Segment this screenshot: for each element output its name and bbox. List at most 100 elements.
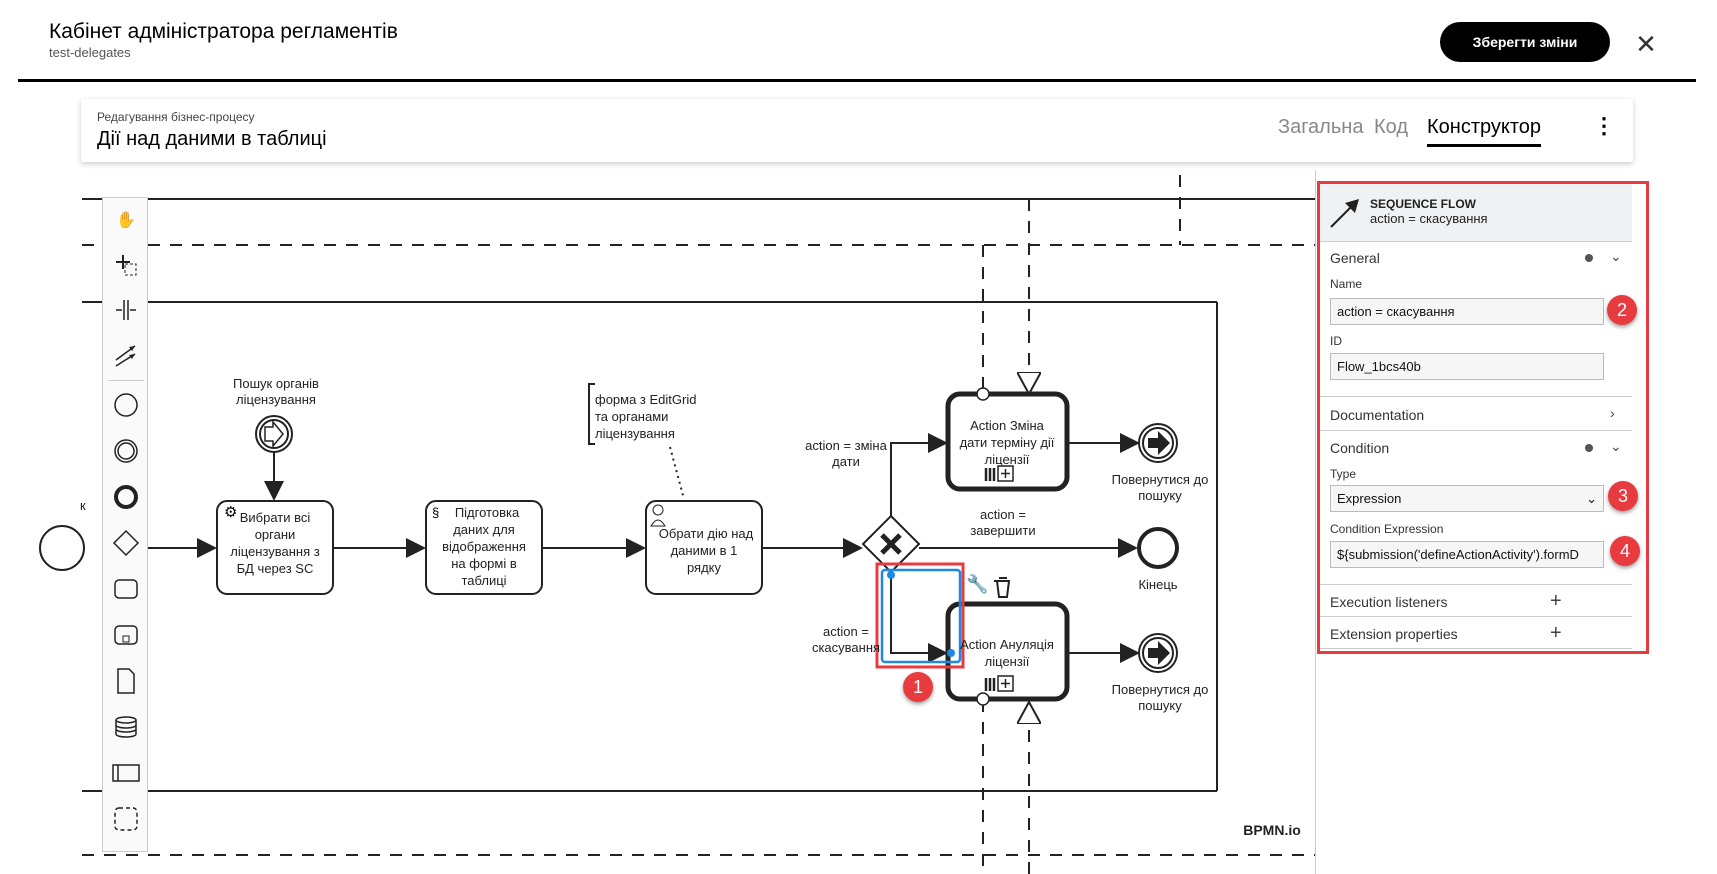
sequence-flow [890,433,948,516]
space-tool-icon[interactable] [109,293,143,327]
task-label: Обрати дію над [659,526,754,541]
type-select[interactable]: Expression ⌄ [1330,485,1604,512]
start-event-label: к [80,498,86,513]
divider [1320,584,1632,585]
start-event-icon[interactable] [109,388,143,422]
condition-expression-label: Condition Expression [1330,522,1444,536]
task-label: таблиці [461,573,506,588]
task-label: даними в 1 [671,543,738,558]
group-documentation[interactable]: Documentation [1330,407,1424,423]
end-event-label: пошуку [1138,488,1182,503]
type-label: Type [1330,467,1357,481]
pool-icon[interactable] [109,756,143,790]
flow-label: action = [980,507,1026,522]
task-label: дати терміну дії [960,435,1055,450]
chevron-right-icon[interactable]: › [1610,405,1615,421]
end-event [1137,527,1179,569]
group-general[interactable]: General [1330,250,1380,266]
task-label: Підготовка [455,505,520,520]
chevron-down-icon[interactable]: ⌄ [1610,248,1622,265]
element-name: action = скасування [1370,211,1488,226]
type-select-value: Expression [1337,491,1402,506]
end-event-label: Повернутися до [1112,682,1209,697]
task-label: Action Ануляція [960,637,1054,652]
gear-icon: ⚙ [224,504,237,521]
end-event-label: Кінець [1138,577,1177,592]
condition-expression-input[interactable]: ${submission('defineActionActivity').for… [1330,541,1604,568]
task-label: ліцензії [985,452,1030,467]
task-label: відображення [442,539,526,554]
task-icon[interactable] [109,572,143,606]
callout-badge: 1 [903,672,933,702]
trash-icon[interactable] [994,577,1010,598]
properties-panel: SEQUENCE FLOW action = скасування Genera… [1317,181,1649,654]
add-icon[interactable]: + [1550,591,1562,611]
divider [1320,396,1632,397]
task-label: ліцензії [985,654,1030,669]
script-icon: § [432,505,439,520]
connect-tool-icon[interactable] [109,338,143,372]
tool-palette: ✋ [102,197,148,852]
event-label: Пошук органів [233,376,319,391]
id-input[interactable]: Flow_1bcs40b [1330,353,1604,380]
group-extension-properties[interactable]: Extension properties [1330,626,1458,642]
panel-divider [1315,170,1316,874]
flow-label: скасування [812,640,880,655]
data-object-icon[interactable] [109,664,143,698]
task-label: ліцензування з [230,544,319,559]
start-event [39,525,85,571]
name-input[interactable]: action = скасування [1330,298,1604,325]
bpmn-io-logo: BPMN.io [1243,822,1301,838]
palette-divider [108,380,144,381]
wrench-icon[interactable]: 🔧 [966,573,988,594]
sequence-flow-selected [890,574,948,663]
task-label: Вибрати всі [240,510,311,525]
id-label: ID [1330,334,1342,348]
intermediate-event-icon[interactable] [109,434,143,468]
flow-label: завершити [970,523,1035,538]
divider [1320,430,1632,431]
subprocess-icon[interactable] [109,618,143,652]
user-icon [652,504,664,516]
divider [1320,616,1632,617]
annotation-text: ліцензування [595,426,675,441]
group-condition[interactable]: Condition [1330,440,1389,456]
waypoint-handle[interactable] [947,649,955,657]
element-type: SEQUENCE FLOW [1370,197,1477,211]
chevron-down-icon: ⌄ [1586,490,1597,506]
end-event-label: Повернутися до [1112,472,1209,487]
add-icon[interactable]: + [1550,623,1562,643]
annotation-text: форма з EditGrid [595,392,696,407]
panel-header: SEQUENCE FLOW action = скасування [1320,184,1632,242]
task-label: даних для [453,522,515,537]
gateway-icon[interactable] [109,526,143,560]
group-icon[interactable] [109,802,143,836]
flow-label: action = зміна [805,438,887,453]
waypoint-handle[interactable] [887,571,895,579]
task-label: рядку [687,560,722,575]
task-label: органи [255,527,296,542]
hand-tool-icon[interactable]: ✋ [109,203,143,237]
sequence-flow-icon [1330,199,1359,228]
status-dot [1585,254,1593,262]
status-dot [1585,444,1593,452]
chevron-down-icon[interactable]: ⌄ [1610,438,1622,455]
group-execution-listeners[interactable]: Execution listeners [1330,594,1448,610]
task-label: БД через SC [237,561,314,576]
lasso-tool-icon[interactable] [109,248,143,282]
end-event-label: пошуку [1138,698,1182,713]
flow-label: action = [823,624,869,639]
end-event-icon[interactable] [109,480,143,514]
data-store-icon[interactable] [109,710,143,744]
flow-label: дати [832,454,860,469]
callout-badge: 3 [1608,481,1638,511]
task-label: Action Зміна [970,418,1045,433]
task-label: на формі в [451,556,517,571]
name-label: Name [1330,277,1363,291]
callout-badge: 2 [1607,295,1637,325]
callout-badge: 4 [1610,536,1640,566]
event-label: ліцензування [236,392,316,407]
annotation-text: та органами [595,409,668,424]
association [669,446,685,500]
divider [1320,648,1632,649]
